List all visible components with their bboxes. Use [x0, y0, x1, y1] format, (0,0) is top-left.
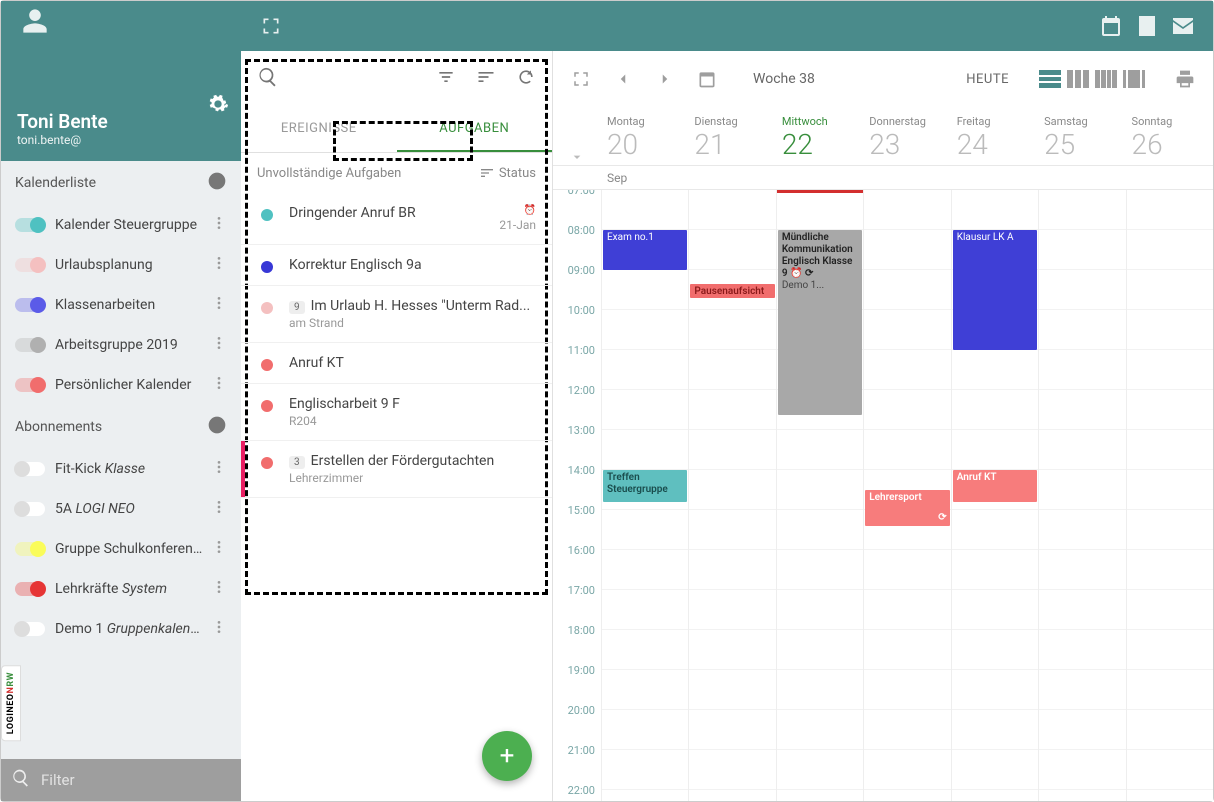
view-day[interactable]: [1039, 70, 1061, 88]
view-month[interactable]: [1095, 70, 1117, 88]
filter-icon[interactable]: [436, 67, 456, 91]
top-bar: [1, 1, 1213, 51]
tabs: EREIGNISSE AUFGABEN: [241, 107, 552, 153]
calendar-list-item[interactable]: Gruppe Schulkonferenz ...: [1, 529, 241, 569]
more-icon[interactable]: [207, 579, 231, 599]
calendar-event[interactable]: Treffen Steuergruppe: [603, 470, 687, 502]
calendar-event[interactable]: Pausenaufsicht: [690, 284, 774, 298]
week-label: Woche 38: [753, 71, 815, 87]
task-item[interactable]: Dringender Anruf BR⏰21-Jan: [241, 193, 552, 245]
filter-input[interactable]: [41, 771, 240, 789]
day-column[interactable]: [1126, 190, 1213, 801]
tasks-panel: EREIGNISSE AUFGABEN Unvollständige Aufga…: [241, 51, 553, 801]
today-button[interactable]: HEUTE: [966, 72, 1009, 87]
day-header[interactable]: Dienstag21: [688, 107, 775, 165]
calendar-list-item[interactable]: Persönlicher Kalender: [1, 365, 241, 405]
settings-gear-icon[interactable]: [207, 93, 229, 119]
profile-block: Toni Bente toni.bente@: [1, 51, 241, 161]
status-sort[interactable]: Status: [479, 165, 536, 181]
sidebar: Toni Bente toni.bente@ Kalenderliste Kal…: [1, 51, 241, 801]
expand-icon[interactable]: [565, 63, 597, 95]
more-icon[interactable]: [207, 539, 231, 559]
print-icon[interactable]: [1169, 63, 1201, 95]
contacts-icon[interactable]: [1129, 8, 1165, 44]
add-calendar-icon[interactable]: [207, 171, 227, 195]
day-headers: Montag20Dienstag21Mittwoch22Donnerstag23…: [553, 107, 1213, 166]
user-name: Toni Bente: [17, 110, 225, 133]
filter-bar: [1, 759, 241, 801]
day-column[interactable]: Klausur LK A Anruf KT: [951, 190, 1038, 801]
more-icon[interactable]: [207, 255, 231, 275]
task-item[interactable]: Korrektur Englisch 9a: [241, 245, 552, 286]
logineo-tab[interactable]: LOGINEONRW: [1, 665, 21, 741]
add-fab[interactable]: +: [482, 731, 532, 781]
tab-events[interactable]: EREIGNISSE: [241, 107, 397, 152]
tab-tasks[interactable]: AUFGABEN: [397, 107, 553, 152]
calendar-event[interactable]: Mündliche Kommunikation Englisch Klasse …: [778, 230, 862, 415]
day-header[interactable]: Sonntag26: [1126, 107, 1213, 165]
search-icon[interactable]: [257, 66, 279, 92]
more-icon[interactable]: [207, 375, 231, 395]
calendar-toolbar: Woche 38 HEUTE: [553, 51, 1213, 107]
search-icon: [11, 768, 31, 792]
view-list[interactable]: [1123, 70, 1145, 88]
tasks-toolbar: [241, 51, 552, 107]
section-calendars: Kalenderliste: [1, 161, 241, 205]
day-column[interactable]: [1038, 190, 1125, 801]
more-icon[interactable]: [207, 295, 231, 315]
calendar-event[interactable]: Lehrersport⟳: [865, 490, 949, 526]
more-icon[interactable]: [207, 499, 231, 519]
next-week-icon[interactable]: [649, 63, 681, 95]
calendar-list-item[interactable]: Kalender Steuergruppe: [1, 205, 241, 245]
sort-icon[interactable]: [476, 67, 496, 91]
more-icon[interactable]: [207, 619, 231, 639]
expand-down-icon[interactable]: [553, 107, 601, 165]
day-column[interactable]: Lehrersport⟳: [863, 190, 950, 801]
calendar-list-item[interactable]: Lehrkräfte System: [1, 569, 241, 609]
calendar-icon[interactable]: [1093, 8, 1129, 44]
prev-week-icon[interactable]: [607, 63, 639, 95]
user-email: toni.bente@: [17, 133, 225, 147]
calendar-list-item[interactable]: Fit-Kick Klasse: [1, 449, 241, 489]
day-header[interactable]: Freitag24: [951, 107, 1038, 165]
fullscreen-icon[interactable]: [253, 8, 289, 44]
task-item[interactable]: 9Im Urlaub H. Hesses "Unterm Rad...am St…: [241, 286, 552, 343]
more-icon[interactable]: [207, 215, 231, 235]
calendar: Woche 38 HEUTE Montag20Dienstag21Mittwoc…: [553, 51, 1213, 801]
tasks-subheader: Unvollständige Aufgaben Status: [241, 153, 552, 193]
date-picker-icon[interactable]: [691, 63, 723, 95]
day-column[interactable]: Pausenaufsicht: [688, 190, 775, 801]
section-subscriptions: Abonnements: [1, 405, 241, 449]
view-switcher: [1039, 70, 1145, 88]
more-icon[interactable]: [207, 335, 231, 355]
calendar-event[interactable]: Exam no.1: [603, 230, 687, 270]
profile-avatar-icon: [21, 7, 49, 39]
calendar-list-item[interactable]: Klassenarbeiten: [1, 285, 241, 325]
calendar-list-item[interactable]: Urlaubsplanung: [1, 245, 241, 285]
task-item[interactable]: Englischarbeit 9 FR204: [241, 384, 552, 441]
day-header[interactable]: Donnerstag23: [863, 107, 950, 165]
calendar-list-item[interactable]: Arbeitsgruppe 2019: [1, 325, 241, 365]
calendar-event[interactable]: Klausur LK A: [953, 230, 1037, 350]
calendar-list-item[interactable]: 5A LOGI NEO: [1, 489, 241, 529]
day-column[interactable]: Exam no.1 Treffen Steuergruppe: [601, 190, 688, 801]
day-column[interactable]: Mündliche Kommunikation Englisch Klasse …: [776, 190, 863, 801]
calendar-list-item[interactable]: Demo 1 Gruppenkalender: [1, 609, 241, 649]
task-item[interactable]: Anruf KT: [241, 343, 552, 384]
day-header[interactable]: Montag20: [601, 107, 688, 165]
view-week[interactable]: [1067, 70, 1089, 88]
day-header[interactable]: Samstag25: [1038, 107, 1125, 165]
more-icon[interactable]: [207, 459, 231, 479]
day-header[interactable]: Mittwoch22: [776, 107, 863, 165]
refresh-icon[interactable]: [516, 67, 536, 91]
calendar-event[interactable]: Anruf KT: [953, 470, 1037, 502]
month-label: Sep: [601, 171, 688, 185]
mail-icon[interactable]: [1165, 8, 1201, 44]
task-item[interactable]: 3Erstellen der FördergutachtenLehrerzimm…: [241, 441, 552, 498]
add-subscription-icon[interactable]: [207, 415, 227, 439]
